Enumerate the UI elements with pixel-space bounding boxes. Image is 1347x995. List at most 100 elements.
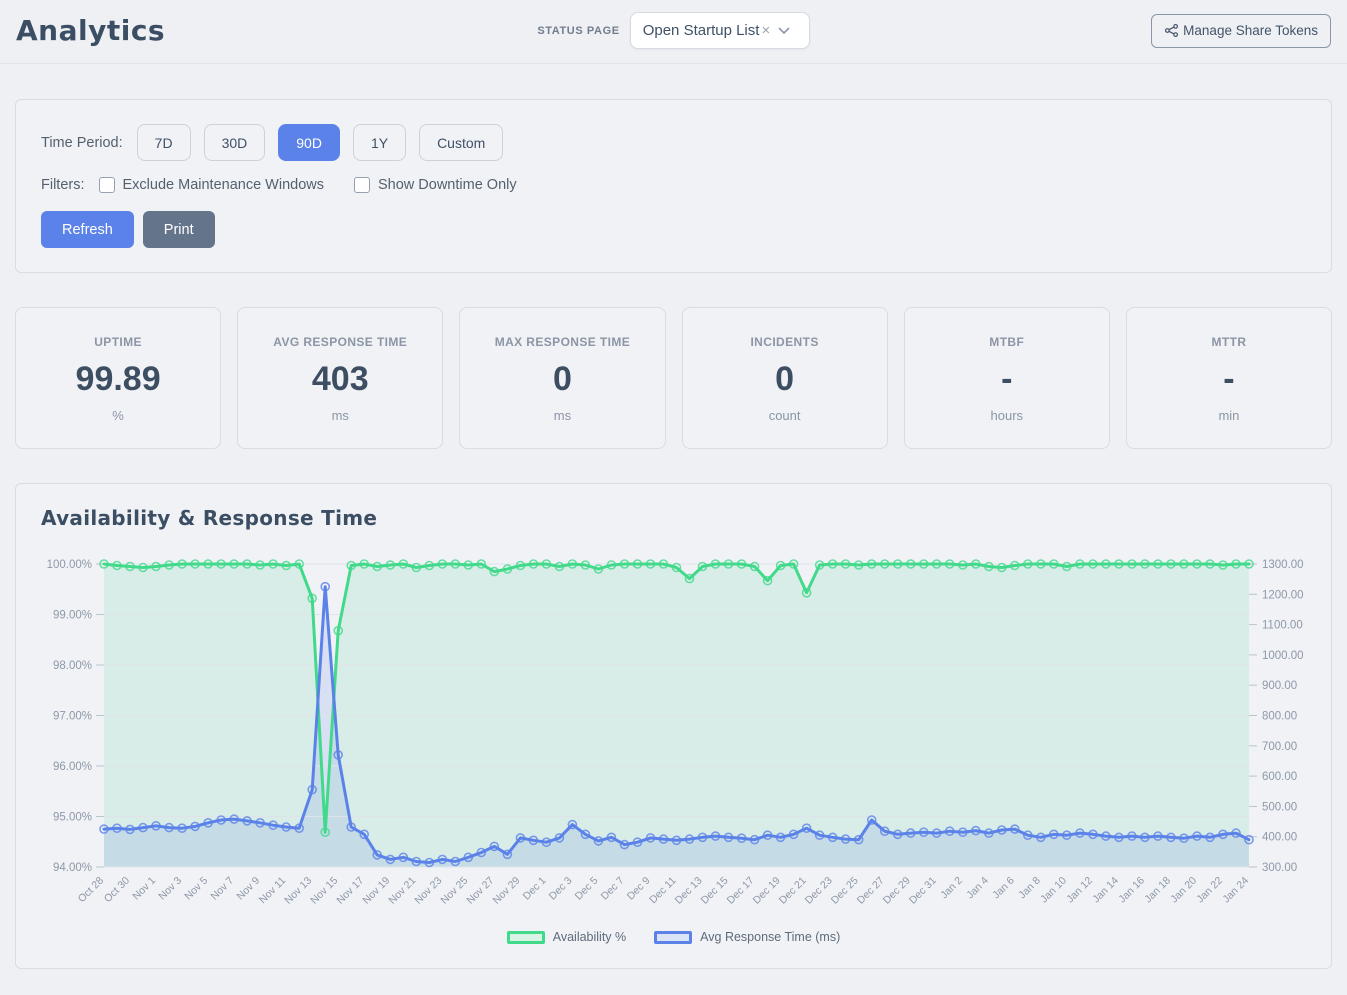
show-downtime-checkbox[interactable] bbox=[354, 177, 370, 193]
exclude-maintenance-label[interactable]: Exclude Maintenance Windows bbox=[123, 177, 325, 193]
period-button-group: 7D 30D 90D 1Y Custom bbox=[137, 124, 504, 161]
status-page-dropdown[interactable]: Open Startup List × bbox=[630, 12, 810, 49]
stat-title: AVG RESPONSE TIME bbox=[242, 335, 438, 349]
filter-panel: Time Period: 7D 30D 90D 1Y Custom Filter… bbox=[15, 99, 1332, 273]
svg-text:Oct 28: Oct 28 bbox=[76, 875, 106, 905]
svg-text:1000.00: 1000.00 bbox=[1262, 650, 1304, 662]
stat-card-max-response: MAX RESPONSE TIME 0 ms bbox=[459, 307, 665, 449]
status-page-selector: STATUS PAGE Open Startup List × bbox=[537, 12, 809, 49]
svg-text:Nov 5: Nov 5 bbox=[182, 875, 210, 903]
stat-unit: count bbox=[687, 408, 883, 423]
svg-text:Dec 17: Dec 17 bbox=[725, 875, 757, 907]
svg-text:Dec 21: Dec 21 bbox=[777, 875, 809, 907]
chevron-down-icon[interactable] bbox=[778, 27, 790, 35]
header-left: Analytics bbox=[16, 14, 537, 47]
svg-text:99.00%: 99.00% bbox=[53, 610, 92, 622]
clear-selection-icon[interactable]: × bbox=[761, 23, 770, 38]
show-downtime-group: Show Downtime Only bbox=[354, 177, 517, 193]
legend-item-availability[interactable]: Availability % bbox=[507, 930, 626, 944]
stat-title: UPTIME bbox=[20, 335, 216, 349]
stat-value: 0 bbox=[464, 361, 660, 398]
period-button-1y[interactable]: 1Y bbox=[353, 124, 406, 161]
stat-value: 0 bbox=[687, 361, 883, 398]
svg-text:300.00: 300.00 bbox=[1262, 862, 1297, 874]
svg-text:Nov 25: Nov 25 bbox=[438, 875, 470, 907]
svg-text:Dec 5: Dec 5 bbox=[573, 875, 601, 903]
show-downtime-label[interactable]: Show Downtime Only bbox=[378, 177, 517, 193]
legend-item-response-time[interactable]: Avg Response Time (ms) bbox=[654, 930, 840, 944]
svg-text:Dec 29: Dec 29 bbox=[881, 875, 913, 907]
period-button-90d[interactable]: 90D bbox=[278, 124, 340, 161]
manage-share-tokens-button[interactable]: Manage Share Tokens bbox=[1151, 14, 1331, 48]
stat-title: MTTR bbox=[1131, 335, 1327, 349]
status-page-label: STATUS PAGE bbox=[537, 25, 619, 37]
svg-text:Jan 2: Jan 2 bbox=[938, 875, 965, 902]
stat-unit: ms bbox=[464, 408, 660, 423]
svg-text:Dec 19: Dec 19 bbox=[751, 875, 783, 907]
print-button[interactable]: Print bbox=[143, 211, 215, 248]
svg-text:95.00%: 95.00% bbox=[53, 812, 92, 824]
status-page-selected-value: Open Startup List bbox=[643, 22, 760, 39]
svg-text:Dec 13: Dec 13 bbox=[673, 875, 705, 907]
stat-card-incidents: INCIDENTS 0 count bbox=[682, 307, 888, 449]
stat-title: MTBF bbox=[909, 335, 1105, 349]
refresh-button[interactable]: Refresh bbox=[41, 211, 134, 248]
svg-text:Nov 29: Nov 29 bbox=[490, 875, 522, 907]
svg-text:Dec 7: Dec 7 bbox=[599, 875, 627, 903]
svg-text:Jan 16: Jan 16 bbox=[1116, 875, 1147, 906]
svg-text:Oct 30: Oct 30 bbox=[102, 875, 132, 905]
svg-text:Dec 15: Dec 15 bbox=[699, 875, 731, 907]
svg-text:Nov 13: Nov 13 bbox=[282, 875, 314, 907]
svg-text:Jan 4: Jan 4 bbox=[964, 875, 991, 902]
header-right: Manage Share Tokens bbox=[810, 14, 1331, 48]
svg-text:Jan 10: Jan 10 bbox=[1038, 875, 1069, 906]
time-period-label: Time Period: bbox=[41, 135, 123, 151]
availability-swatch-icon bbox=[507, 931, 545, 944]
availability-response-chart[interactable]: 100.00%99.00%98.00%97.00%96.00%95.00%94.… bbox=[16, 484, 1330, 970]
period-button-7d[interactable]: 7D bbox=[137, 124, 191, 161]
share-nodes-icon bbox=[1164, 23, 1179, 38]
stat-card-uptime: UPTIME 99.89 % bbox=[15, 307, 221, 449]
exclude-maintenance-group: Exclude Maintenance Windows bbox=[99, 177, 325, 193]
svg-text:Jan 20: Jan 20 bbox=[1168, 875, 1199, 906]
period-button-30d[interactable]: 30D bbox=[204, 124, 266, 161]
svg-text:Jan 6: Jan 6 bbox=[990, 875, 1017, 902]
stat-unit: ms bbox=[242, 408, 438, 423]
stat-title: INCIDENTS bbox=[687, 335, 883, 349]
svg-text:Nov 21: Nov 21 bbox=[386, 875, 418, 907]
chart-panel: Availability & Response Time 100.00%99.0… bbox=[15, 483, 1332, 969]
stat-card-mttr: MTTR - min bbox=[1126, 307, 1332, 449]
stat-card-avg-response: AVG RESPONSE TIME 403 ms bbox=[237, 307, 443, 449]
svg-text:94.00%: 94.00% bbox=[53, 862, 92, 874]
legend-label: Avg Response Time (ms) bbox=[700, 930, 840, 944]
manage-share-tokens-label: Manage Share Tokens bbox=[1183, 23, 1318, 38]
stat-value: - bbox=[909, 361, 1105, 398]
svg-text:Dec 1: Dec 1 bbox=[521, 875, 549, 903]
filters-label: Filters: bbox=[41, 177, 85, 193]
svg-text:700.00: 700.00 bbox=[1262, 741, 1297, 753]
stat-value: 99.89 bbox=[20, 361, 216, 398]
chart-legend: Availability % Avg Response Time (ms) bbox=[16, 930, 1331, 944]
svg-text:Nov 27: Nov 27 bbox=[464, 875, 496, 907]
svg-text:Nov 1: Nov 1 bbox=[130, 875, 158, 903]
svg-text:Jan 14: Jan 14 bbox=[1090, 875, 1121, 906]
svg-text:98.00%: 98.00% bbox=[53, 660, 92, 672]
header: Analytics STATUS PAGE Open Startup List … bbox=[0, 0, 1347, 64]
stat-unit: % bbox=[20, 408, 216, 423]
exclude-maintenance-checkbox[interactable] bbox=[99, 177, 115, 193]
stat-value: - bbox=[1131, 361, 1327, 398]
svg-text:Dec 3: Dec 3 bbox=[547, 875, 575, 903]
svg-text:Jan 18: Jan 18 bbox=[1142, 875, 1173, 906]
svg-text:500.00: 500.00 bbox=[1262, 802, 1297, 814]
svg-text:Dec 25: Dec 25 bbox=[829, 875, 861, 907]
filters-row: Filters: Exclude Maintenance Windows Sho… bbox=[41, 177, 1306, 193]
svg-text:Dec 27: Dec 27 bbox=[855, 875, 887, 907]
svg-text:Nov 7: Nov 7 bbox=[208, 875, 236, 903]
svg-text:Dec 23: Dec 23 bbox=[803, 875, 835, 907]
svg-text:600.00: 600.00 bbox=[1262, 771, 1297, 783]
period-button-custom[interactable]: Custom bbox=[419, 124, 503, 161]
svg-text:Nov 15: Nov 15 bbox=[308, 875, 340, 907]
response-time-swatch-icon bbox=[654, 931, 692, 944]
svg-text:1300.00: 1300.00 bbox=[1262, 559, 1304, 571]
stat-card-mtbf: MTBF - hours bbox=[904, 307, 1110, 449]
